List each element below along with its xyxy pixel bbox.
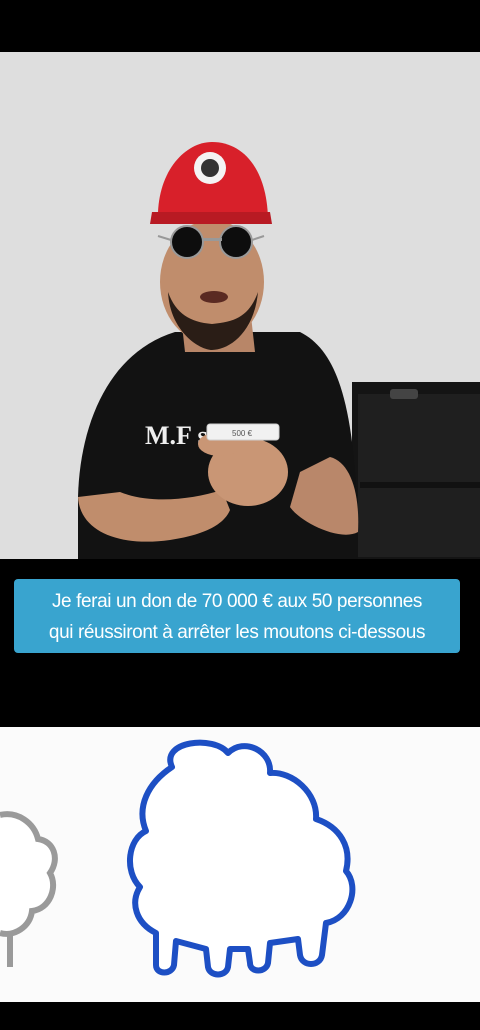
partial-sheep-icon: [0, 811, 58, 967]
caption-line-2: qui réussiront à arrêter les moutons ci-…: [48, 622, 426, 643]
sheep-panel[interactable]: [0, 727, 480, 1002]
video-illustration: M.F se 500 €: [0, 52, 480, 559]
sheep-illustration: [0, 739, 356, 978]
caption-line-1: Je ferai un don de 70 000 € aux 50 perso…: [51, 591, 423, 612]
video-screen: M.F se 500 € Je ferai un don de 70 000 €…: [0, 0, 480, 1030]
caption-box: Je ferai un don de 70 000 € aux 50 perso…: [14, 579, 460, 653]
svg-text:500 €: 500 €: [232, 429, 253, 438]
banknote: 500 €: [206, 423, 280, 441]
suitcase: [352, 382, 480, 559]
sheep-icon[interactable]: [126, 739, 356, 978]
video-frame[interactable]: M.F se 500 €: [0, 52, 480, 559]
